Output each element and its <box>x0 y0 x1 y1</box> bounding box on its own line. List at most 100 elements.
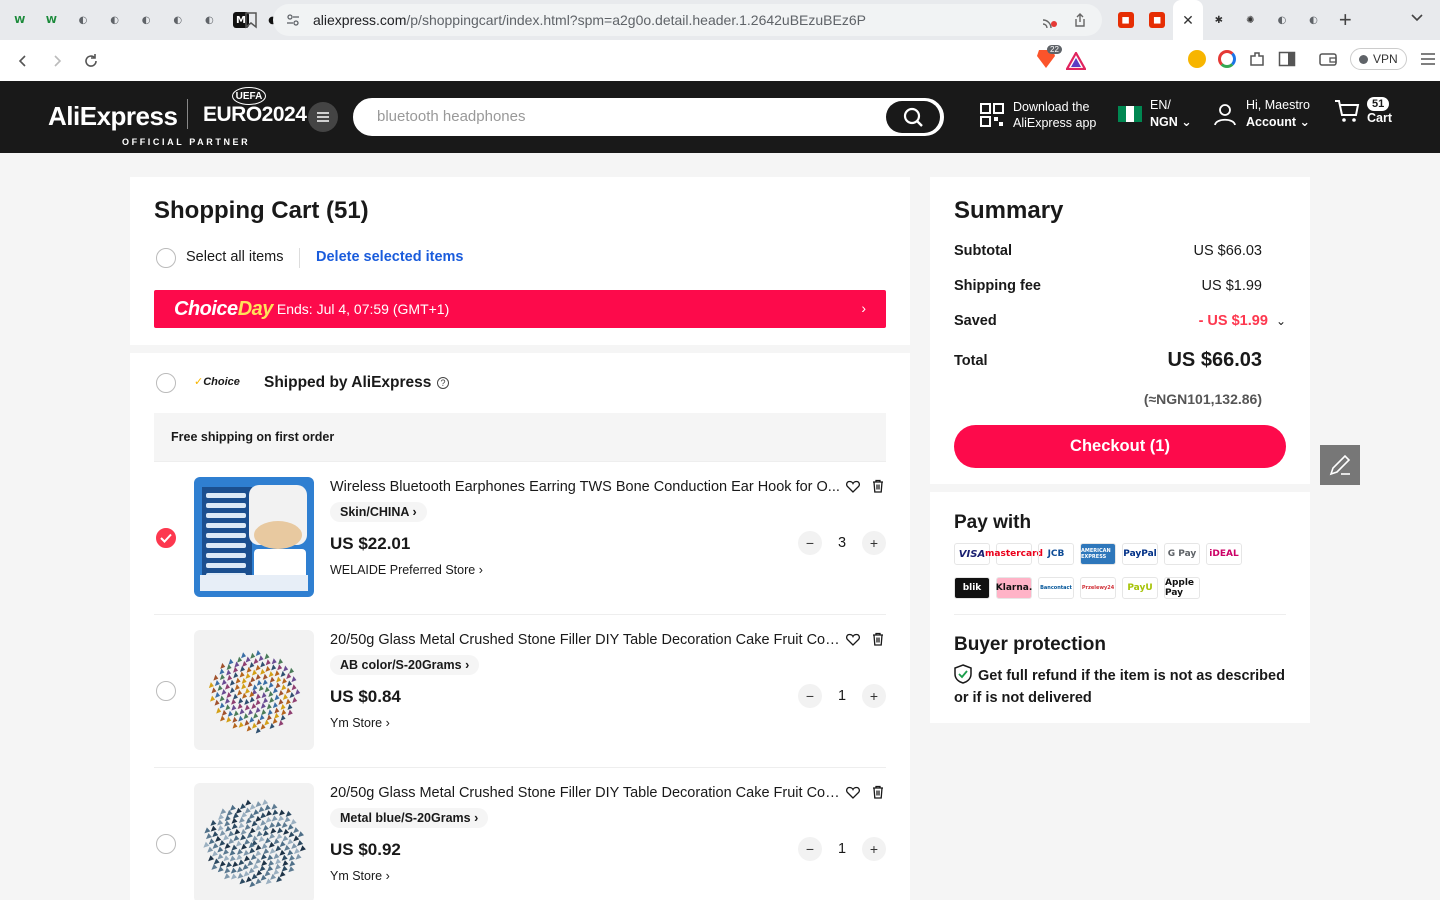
brave-rewards-icon[interactable] <box>1066 51 1086 70</box>
blik-icon: blik <box>954 577 990 599</box>
choice-day-banner[interactable]: Choice Day Ends: Jul 4, 07:59 (GMT+1) › <box>154 290 886 328</box>
decrease-quantity-button[interactable]: − <box>798 684 822 708</box>
sku-selector[interactable]: Metal blue/S-20Grams › <box>330 808 489 828</box>
product-title[interactable]: Wireless Bluetooth Earphones Earring TWS… <box>330 479 840 495</box>
aliexpress-logo[interactable]: AliExpress <box>48 101 178 132</box>
product-title[interactable]: 20/50g Glass Metal Crushed Stone Filler … <box>330 785 840 801</box>
extensions-puzzle-icon[interactable] <box>1248 50 1266 68</box>
shield-check-icon <box>954 664 972 684</box>
browser-tab[interactable]: ◐ <box>194 0 226 40</box>
globe-icon: ◐ <box>204 14 214 26</box>
browser-tab[interactable]: ◐ <box>130 0 162 40</box>
share-icon[interactable] <box>1072 12 1088 28</box>
cart-link[interactable]: 51 Cart <box>1333 97 1392 125</box>
wishlist-heart-icon[interactable] <box>846 786 860 802</box>
account-menu[interactable]: Hi, Maestro Account ⌄ <box>1212 97 1310 131</box>
browser-tab[interactable]: ✺ <box>1235 0 1267 40</box>
delete-trash-icon[interactable] <box>872 479 884 498</box>
product-price: US $0.92 <box>330 840 401 859</box>
active-browser-tab[interactable]: ✕ <box>1172 0 1203 40</box>
delete-trash-icon[interactable] <box>872 785 884 804</box>
browser-tab[interactable]: ◐ <box>1266 0 1298 40</box>
browser-menu-icon[interactable] <box>1419 52 1437 66</box>
extension-coin-icon[interactable] <box>1188 50 1206 68</box>
product-image[interactable] <box>194 477 314 597</box>
select-all-label[interactable]: Select all items <box>186 249 284 265</box>
checkout-button[interactable]: Checkout (1) <box>954 425 1286 468</box>
delete-trash-icon[interactable] <box>872 632 884 651</box>
quantity-value[interactable]: 1 <box>822 688 862 704</box>
categories-menu-button[interactable] <box>308 102 338 132</box>
sidebar-toggle-icon[interactable] <box>1278 51 1296 67</box>
divider <box>154 767 886 768</box>
browser-tab[interactable]: ◐ <box>162 0 194 40</box>
wallet-icon[interactable] <box>1318 51 1338 67</box>
increase-quantity-button[interactable]: + <box>862 531 886 555</box>
klarna-icon: Klarna. <box>996 577 1032 599</box>
search-input[interactable] <box>377 108 857 125</box>
item-checkbox[interactable] <box>156 681 176 701</box>
account-label: Account <box>1246 115 1296 129</box>
item-checkbox[interactable] <box>156 834 176 854</box>
cast-blocked-icon[interactable] <box>1040 12 1058 28</box>
chevron-right-icon: › <box>474 811 479 825</box>
bookmark-icon <box>245 12 257 29</box>
select-all-checkbox[interactable] <box>156 248 176 268</box>
reload-button[interactable] <box>74 46 108 76</box>
saved-row[interactable]: Saved - US $1.99 ⌄ <box>954 313 1286 329</box>
download-app-link[interactable]: Download the AliExpress app <box>979 99 1096 131</box>
language-currency-selector[interactable]: EN/NGN ⌄ <box>1118 97 1192 131</box>
item-checkbox[interactable] <box>156 528 176 548</box>
globe-icon: ◐ <box>1309 14 1318 26</box>
lang-line1: EN/ <box>1150 98 1171 112</box>
quantity-value[interactable]: 3 <box>822 535 862 551</box>
paypal-icon: PayPal <box>1122 543 1158 565</box>
close-icon[interactable]: ✕ <box>1182 12 1194 29</box>
increase-quantity-button[interactable]: + <box>862 837 886 861</box>
wishlist-heart-icon[interactable] <box>846 480 860 496</box>
decrease-quantity-button[interactable]: − <box>798 837 822 861</box>
wishlist-heart-icon[interactable] <box>846 633 860 649</box>
checkmark-icon: ✓ <box>194 376 204 388</box>
delete-selected-button[interactable]: Delete selected items <box>316 249 464 265</box>
quantity-value[interactable]: 1 <box>822 841 862 857</box>
subtotal-label: Subtotal <box>954 243 1012 259</box>
product-title[interactable]: 20/50g Glass Metal Crushed Stone Filler … <box>330 632 840 648</box>
W-icon: W <box>45 14 57 26</box>
increase-quantity-button[interactable]: + <box>862 684 886 708</box>
tab-search-chevron-icon[interactable] <box>1410 12 1424 26</box>
store-name: WELAIDE Preferred Store <box>330 563 476 577</box>
brave-shields-button[interactable]: 22 <box>1036 45 1062 74</box>
extension-color-icon[interactable] <box>1218 50 1236 68</box>
store-link[interactable]: Ym Store › <box>330 716 390 730</box>
sku-selector[interactable]: AB color/S-20Grams › <box>330 655 480 675</box>
address-bar[interactable]: aliexpress.com/p/shoppingcart/index.html… <box>273 4 1102 36</box>
new-tab-button[interactable]: + <box>1329 7 1361 33</box>
browser-tab[interactable]: W <box>4 0 36 40</box>
bookmark-button[interactable] <box>240 8 262 32</box>
browser-tab[interactable]: ◐ <box>1298 0 1330 40</box>
search-button[interactable] <box>886 101 940 133</box>
browser-tab[interactable]: ◼ <box>1141 0 1173 40</box>
product-image[interactable] <box>194 783 314 900</box>
store-link[interactable]: Ym Store › <box>330 869 390 883</box>
reload-icon <box>85 53 97 67</box>
browser-tab[interactable]: W <box>36 0 68 40</box>
browser-tab[interactable]: ✱ <box>1203 0 1235 40</box>
decrease-quantity-button[interactable]: − <box>798 531 822 555</box>
browser-tab[interactable]: ◐ <box>99 0 131 40</box>
browser-tab[interactable]: ◼ <box>1110 0 1142 40</box>
vpn-button[interactable]: VPN <box>1350 48 1407 70</box>
cart-title: Shopping Cart (51) <box>154 197 369 224</box>
product-price: US $22.01 <box>330 534 411 553</box>
url-path: /p/shoppingcart/index.html?spm=a2g0o.det… <box>406 12 866 28</box>
product-image[interactable] <box>194 630 314 750</box>
forward-button[interactable] <box>40 46 74 76</box>
feedback-button[interactable] <box>1320 445 1360 485</box>
store-link[interactable]: WELAIDE Preferred Store › <box>330 563 483 577</box>
info-icon[interactable]: ? <box>437 377 449 389</box>
sku-selector[interactable]: Skin/CHINA › <box>330 502 427 522</box>
browser-tab[interactable]: ◐ <box>67 0 99 40</box>
back-button[interactable] <box>6 46 40 76</box>
group-select-checkbox[interactable] <box>156 373 176 393</box>
